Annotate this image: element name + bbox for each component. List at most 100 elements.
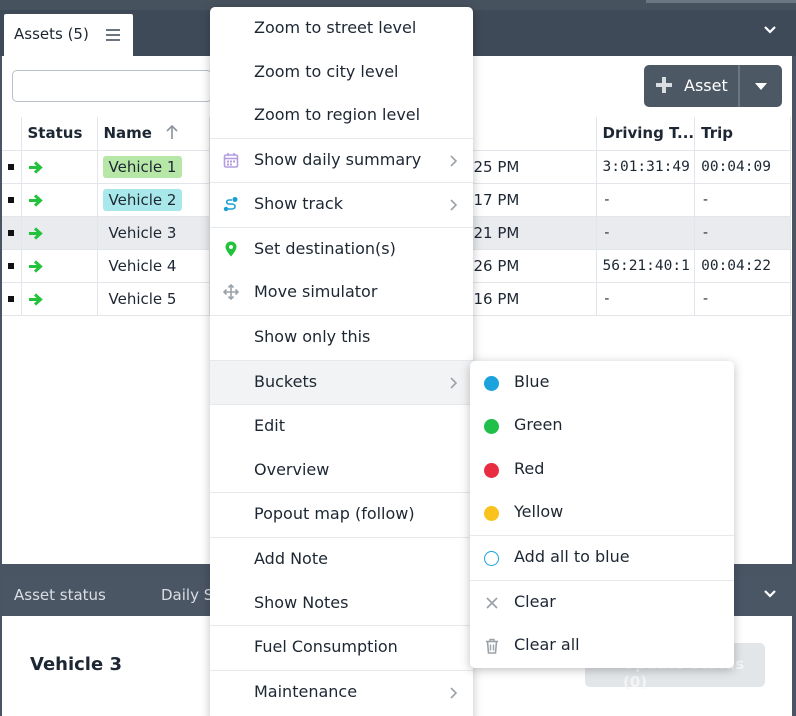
driving-time-cell: - [596,183,696,217]
vehicle-name[interactable]: Vehicle 5 [103,288,183,310]
trip-cell: - [694,183,792,217]
add-asset-button[interactable]: Asset [644,65,782,107]
menu-item-overview[interactable]: Overview [210,449,473,493]
menu-item-show-notes[interactable]: Show Notes [210,582,473,626]
menu-item-add-note[interactable]: Add Note [210,538,473,582]
menu-item-zoom-region[interactable]: Zoom to region level [210,94,473,138]
menu-item-fuel-consumption[interactable]: Fuel Consumption [210,626,473,670]
menu-item-buckets[interactable]: Buckets [210,361,473,405]
bucket-label: Blue [514,372,550,391]
tab-assets-label: Assets (5) [14,25,89,43]
yellow-dot-icon [484,506,499,521]
bucket-label: Yellow [514,502,564,521]
bucket-red[interactable]: Red [470,448,734,492]
row-select-marker[interactable] [8,197,14,203]
column-trip[interactable]: Trip [694,117,792,151]
vehicle-name[interactable]: Vehicle 2 [102,188,183,211]
menu-item-show-track[interactable]: Show track [210,183,473,227]
track-icon [223,197,238,212]
menu-item-label: Zoom to city level [254,62,399,81]
connection-value: 16 PM [473,289,520,308]
menu-item-label: Show only this [254,327,371,346]
vehicle-name[interactable]: Vehicle 3 [103,222,183,244]
menu-item-label: Zoom to street level [254,18,417,37]
menu-item-label: Move simulator [254,282,378,301]
connection-value: 17 PM [473,190,520,209]
trash-icon [486,638,498,654]
menu-item-label: Edit [254,416,285,435]
column-driving-time[interactable]: Driving T... [596,117,696,151]
menu-item-label: Buckets [254,372,318,391]
calendar-icon [223,153,239,168]
menu-item-zoom-street[interactable]: Zoom to street level [210,7,473,51]
buckets-submenu: Blue Green Red Yellow Add all to blue Cl… [470,361,734,668]
menu-item-daily-summary[interactable]: Show daily summary [210,139,473,183]
row-select-marker[interactable] [8,296,14,302]
bucket-add-all-blue[interactable]: Add all to blue [470,536,734,580]
arrow-right-icon [28,160,43,174]
bucket-clear[interactable]: Clear [470,581,734,625]
chevron-down-icon[interactable] [764,590,776,598]
column-status[interactable]: Status [21,117,98,151]
bucket-yellow[interactable]: Yellow [470,491,734,535]
context-menu: Zoom to street level Zoom to city level … [210,7,473,716]
menu-item-label: Overview [254,460,330,479]
menu-item-edit[interactable]: Edit [210,405,473,449]
menu-item-label: Add Note [254,549,328,568]
button-separator [738,65,740,107]
row-select-marker[interactable] [8,164,14,170]
red-dot-icon [484,463,499,478]
menu-icon[interactable] [106,29,120,41]
menu-item-label: Show Notes [254,593,349,612]
driving-time-cell: - [596,216,696,250]
connection-value: 25 PM [473,157,520,176]
chevron-right-icon [450,377,457,389]
tab-asset-status[interactable]: Asset status [14,586,106,604]
bucket-clear-all[interactable]: Clear all [470,624,734,668]
plus-icon [656,77,672,93]
menu-item-move-simulator[interactable]: Move simulator [210,271,473,315]
trip-cell: 00:04:09 [694,150,792,184]
blue-dot-icon [484,376,499,391]
driving-time-cell: - [596,282,696,316]
top-strip-accent [646,0,796,3]
menu-item-zoom-city[interactable]: Zoom to city level [210,51,473,95]
selected-vehicle-name: Vehicle 3 [30,654,122,675]
row-select-marker[interactable] [8,230,14,236]
tab-assets[interactable]: Assets (5) [4,14,133,56]
vehicle-name[interactable]: Vehicle 4 [103,255,183,277]
chevron-down-icon[interactable] [764,26,776,34]
menu-item-label: Show daily summary [254,150,422,169]
search-input[interactable] [12,70,212,102]
tab-daily-summary[interactable]: Daily S [161,586,213,604]
menu-item-popout-map[interactable]: Popout map (follow) [210,493,473,537]
arrow-right-icon [28,292,43,306]
column-name[interactable]: Name [97,117,210,151]
green-dot-icon [484,419,499,434]
bucket-label: Red [514,459,545,478]
bucket-label: Clear [514,592,556,611]
menu-item-label: Show track [254,194,343,213]
arrow-right-icon [28,193,43,207]
trip-cell: - [694,216,792,250]
menu-item-show-only-this[interactable]: Show only this [210,316,473,360]
bucket-blue[interactable]: Blue [470,361,734,405]
caret-down-icon[interactable] [755,83,767,90]
bucket-label: Clear all [514,635,580,654]
vehicle-name[interactable]: Vehicle 1 [102,155,183,178]
bucket-label: Green [514,415,563,434]
connection-value: 21 PM [473,223,520,242]
chevron-right-icon [450,687,457,699]
chevron-right-icon [450,155,457,167]
arrow-right-icon [28,259,43,273]
menu-item-maintenance[interactable]: Maintenance [210,671,473,715]
row-select-marker[interactable] [8,263,14,269]
add-asset-label: Asset [684,76,728,95]
close-icon [486,597,498,609]
driving-time-cell: 56:21:40:1 [596,249,696,283]
bucket-green[interactable]: Green [470,404,734,448]
column-name-label: Name [103,124,152,143]
trip-cell: 00:04:22 [694,249,792,283]
menu-item-set-destination[interactable]: Set destination(s) [210,228,473,272]
driving-time-cell: 3:01:31:49 [596,150,696,184]
